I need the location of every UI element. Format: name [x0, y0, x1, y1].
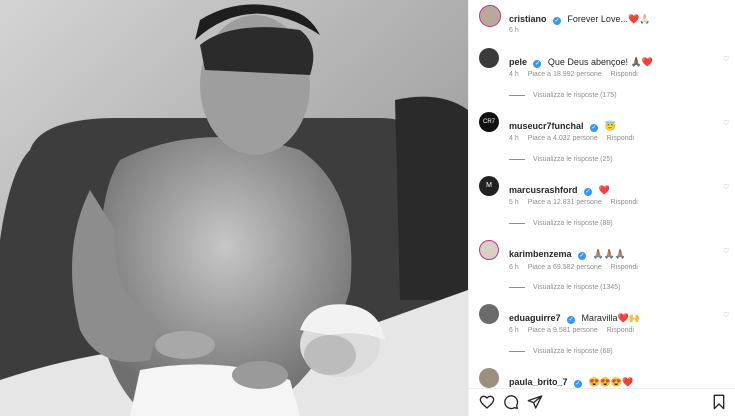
- avatar[interactable]: [479, 48, 499, 68]
- divider: [509, 158, 525, 160]
- comment-time: 4 h: [509, 135, 519, 142]
- comment-text: 🙏🏽🙏🏽🙏🏽: [592, 249, 627, 259]
- comment-meta: 6 h Piace a 69.582 persone Rispondi: [509, 264, 645, 271]
- comment-meta: 4 h Piace a 18.992 persone Rispondi: [509, 71, 645, 78]
- comment-username[interactable]: marcusrashford: [509, 185, 578, 195]
- divider: [509, 94, 525, 96]
- verified-icon: ✓: [573, 380, 582, 388]
- comment-username[interactable]: paula_brito_7: [509, 377, 568, 387]
- avatar[interactable]: M: [479, 176, 499, 196]
- reply-button[interactable]: Rispondi: [607, 135, 634, 142]
- post-caption: cristiano ✓ Forever Love...❤️🙏🏻: [509, 9, 650, 27]
- comment-time: 6 h: [509, 264, 519, 271]
- divider: [509, 286, 525, 288]
- avatar[interactable]: [479, 304, 499, 324]
- heart-icon[interactable]: ♡: [723, 311, 729, 319]
- comment-item: marcusrashford ✓ ❤️: [509, 180, 610, 198]
- verified-icon: ✓: [577, 252, 586, 260]
- post-time-text: 6 h: [509, 27, 519, 34]
- comment-username[interactable]: museucr7funchal: [509, 121, 584, 131]
- post-username[interactable]: cristiano: [509, 14, 547, 24]
- heart-icon[interactable]: ♡: [723, 247, 729, 255]
- comment-text: 😇: [604, 121, 616, 131]
- comment-likes[interactable]: Piace a 4.032 persone: [528, 135, 598, 142]
- comment-item: pele ✓ Que Deus abençoe! 🙏🏾❤️: [509, 52, 653, 70]
- reply-button[interactable]: Rispondi: [611, 264, 638, 271]
- post-time: 6 h: [509, 27, 526, 34]
- view-replies-label: Visualizza le risposte (175): [533, 92, 617, 99]
- comment-meta: 6 h Piace a 9.581 persone Rispondi: [509, 327, 641, 334]
- comment-item: museucr7funchal ✓ 😇: [509, 116, 616, 134]
- comment-item: eduaguirre7 ✓ Maravilla❤️🙌: [509, 308, 640, 326]
- verified-icon: ✓: [533, 60, 542, 68]
- avatar[interactable]: CR7: [479, 112, 499, 132]
- comment-username[interactable]: karimbenzema: [509, 249, 572, 259]
- comment-text: 😍😍😍❤️: [588, 377, 634, 387]
- heart-icon[interactable]: ♡: [723, 183, 729, 191]
- comment-likes[interactable]: Piace a 69.582 persone: [528, 264, 602, 271]
- view-replies-button[interactable]: Visualizza le risposte (175): [509, 92, 617, 99]
- comment-username[interactable]: pele: [509, 57, 527, 67]
- comment-icon[interactable]: [503, 394, 519, 415]
- view-replies-label: Visualizza le risposte (88): [533, 220, 613, 227]
- comments-panel: cristiano ✓ Forever Love...❤️🙏🏻 6 h pele…: [468, 0, 735, 417]
- comment-meta: 5 h Piace a 12.831 persone Rispondi: [509, 199, 645, 206]
- avatar[interactable]: [479, 240, 499, 260]
- verified-icon: ✓: [589, 124, 598, 132]
- bookmark-icon[interactable]: [711, 394, 727, 415]
- comment-meta: 4 h Piace a 4.032 persone Rispondi: [509, 135, 641, 142]
- post-photo[interactable]: [0, 0, 468, 416]
- view-replies-label: Visualizza le risposte (25): [533, 156, 613, 163]
- comment-item: karimbenzema ✓ 🙏🏽🙏🏽🙏🏽: [509, 244, 626, 262]
- comment-likes[interactable]: Piace a 18.992 persone: [528, 71, 602, 78]
- comment-likes[interactable]: Piace a 12.831 persone: [528, 199, 602, 206]
- comment-time: 4 h: [509, 71, 519, 78]
- comment-likes[interactable]: Piace a 9.581 persone: [528, 327, 598, 334]
- comment-username[interactable]: eduaguirre7: [509, 313, 561, 323]
- view-replies-button[interactable]: Visualizza le risposte (88): [509, 220, 613, 227]
- action-toolbar: [469, 388, 735, 417]
- view-replies-button[interactable]: Visualizza le risposte (1345): [509, 284, 620, 291]
- avatar[interactable]: [479, 368, 499, 388]
- verified-icon: ✓: [583, 188, 592, 196]
- comment-time: 6 h: [509, 327, 519, 334]
- comment-text: Maravilla❤️🙌: [581, 313, 640, 323]
- reply-button[interactable]: Rispondi: [611, 71, 638, 78]
- heart-icon[interactable]: ♡: [723, 119, 729, 127]
- view-replies-button[interactable]: Visualizza le risposte (25): [509, 156, 613, 163]
- share-icon[interactable]: [527, 394, 543, 415]
- view-replies-label: Visualizza le risposte (68): [533, 348, 613, 355]
- caption-text: Forever Love...❤️🙏🏻: [567, 14, 651, 24]
- verified-icon: ✓: [552, 17, 561, 25]
- comment-time: 5 h: [509, 199, 519, 206]
- heart-icon[interactable]: [479, 394, 495, 415]
- view-replies-button[interactable]: Visualizza le risposte (68): [509, 348, 613, 355]
- divider: [509, 222, 525, 224]
- reply-button[interactable]: Rispondi: [611, 199, 638, 206]
- verified-icon: ✓: [566, 316, 575, 324]
- divider: [509, 350, 525, 352]
- reply-button[interactable]: Rispondi: [607, 327, 634, 334]
- heart-icon[interactable]: ♡: [723, 55, 729, 63]
- view-replies-label: Visualizza le risposte (1345): [533, 284, 621, 291]
- avatar[interactable]: [479, 5, 501, 27]
- comment-text: ❤️: [598, 185, 610, 195]
- comment-text: Que Deus abençoe! 🙏🏾❤️: [547, 57, 653, 67]
